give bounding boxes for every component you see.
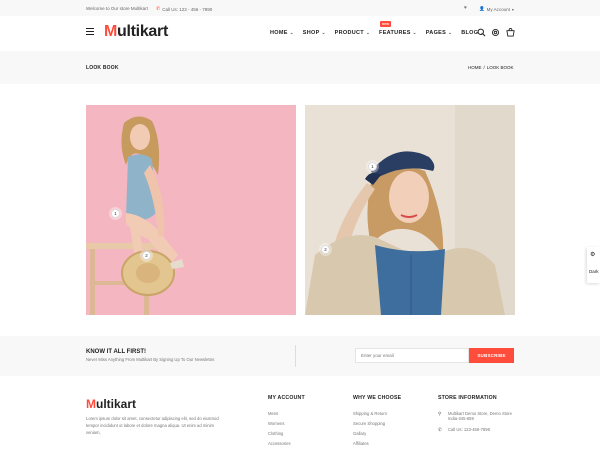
chevron-down-icon: ⌄ — [412, 30, 417, 35]
footer-link-affiliates[interactable]: Affiliates — [353, 441, 401, 450]
wishlist-heart-icon[interactable]: ♥ — [464, 5, 467, 11]
breadcrumb-separator: / — [483, 65, 485, 70]
breadcrumb: HOME / LOOK BOOK — [468, 65, 514, 70]
map-marker-icon: ⚲ — [438, 411, 442, 416]
chevron-down-icon: ⌄ — [321, 30, 326, 35]
nav-shop[interactable]: SHOP ⌄ — [303, 30, 326, 36]
hamburger-menu-icon[interactable] — [86, 28, 94, 36]
footer-link-secure-shopping[interactable]: Secure Shopping — [353, 421, 401, 431]
footer-heading: WHY WE CHOOSE — [353, 395, 402, 401]
footer-why-we-choose: WHY WE CHOOSE Shipping & Return Secure S… — [353, 395, 401, 450]
main-nav: HOME ⌄ SHOP ⌄ PRODUCT ⌄ new FEATURES ⌄ PAGES… — [270, 21, 484, 36]
page-title: LOOK BOOK — [86, 65, 119, 71]
lookbook-hotspot-2[interactable]: 2 — [142, 251, 151, 260]
chevron-down-icon: ▾ — [511, 6, 514, 12]
footer-link-shipping[interactable]: Shipping & Return — [353, 411, 401, 421]
footer: Multikart Lorem ipsum dolor sit amet, co… — [0, 376, 600, 450]
footer-heading: STORE INFORMATION — [438, 395, 497, 401]
footer-link-mens[interactable]: Mens — [268, 411, 305, 421]
lookbook-image-1: 1 2 — [86, 105, 296, 315]
lookbook-hotspot-1[interactable]: 1 — [368, 162, 377, 171]
phone-icon: ✆ — [156, 6, 161, 12]
store-phone: ✆ Call Us: 123-456-7898 — [438, 427, 490, 432]
top-bar: Welcome to Our store Multikart ✆ Call Us… — [0, 0, 600, 16]
chevron-down-icon: ⌄ — [365, 30, 371, 35]
footer-link-gallary[interactable]: Gallary — [353, 431, 401, 441]
my-account-dropdown[interactable]: 👤 My Account ▾ — [479, 6, 514, 12]
lookbook-hotspot-1[interactable]: 1 — [111, 209, 120, 218]
chevron-down-icon: ⌄ — [289, 30, 294, 35]
call-us: ✆ Call Us: 123 - 456 - 7890 — [156, 6, 212, 12]
footer-my-account: MY ACCOUNT Mens Womens Clothing Accessor… — [268, 395, 305, 450]
call-us-text: Call Us: 123 - 456 - 7890 — [162, 6, 213, 12]
theme-settings-tab[interactable]: ⚙ Dark — [587, 247, 600, 283]
footer-heading: MY ACCOUNT — [268, 395, 305, 401]
nav-pages[interactable]: PAGES ⌄ — [426, 30, 452, 36]
search-icon[interactable] — [477, 28, 486, 37]
gear-icon[interactable]: ⚙ — [590, 251, 595, 258]
nav-features[interactable]: new FEATURES ⌄ — [379, 21, 417, 36]
new-badge: new — [380, 21, 392, 27]
footer-store-information: STORE INFORMATION ⚲ Multikart Demo Store… — [438, 395, 512, 439]
footer-link-accessories[interactable]: Accessories — [268, 441, 305, 450]
footer-logo[interactable]: Multikart — [86, 397, 136, 411]
welcome-text: Welcome to Our store Multikart — [86, 6, 148, 11]
subscribe-button[interactable]: SUBSCRIBE — [469, 348, 514, 363]
lookbook-image-2: 1 2 — [305, 105, 515, 315]
newsletter-section: KNOW IT ALL FIRST! Never Miss Anything F… — [0, 336, 600, 376]
breadcrumb-section: LOOK BOOK HOME / LOOK BOOK — [0, 51, 600, 84]
footer-about-text: Lorem ipsum dolor sit amet, consectetur … — [86, 416, 219, 436]
footer-link-clothing[interactable]: Clothing — [268, 431, 305, 441]
phone-icon: ✆ — [438, 427, 442, 432]
nav-product[interactable]: PRODUCT ⌄ — [335, 30, 370, 36]
breadcrumb-home-link[interactable]: HOME — [468, 65, 482, 70]
footer-link-womens[interactable]: Womens — [268, 421, 305, 431]
email-field[interactable] — [355, 348, 469, 363]
gear-icon[interactable] — [491, 28, 500, 37]
cart-icon[interactable] — [506, 28, 515, 37]
lookbook-hotspot-2[interactable]: 2 — [321, 245, 330, 254]
user-icon: 👤 — [479, 6, 485, 11]
logo[interactable]: Multikart — [104, 23, 168, 41]
breadcrumb-current: LOOK BOOK — [486, 65, 514, 70]
my-account-label: My Account — [486, 6, 510, 12]
nav-home[interactable]: HOME ⌄ — [270, 30, 294, 36]
store-address: ⚲ Multikart Demo Store, Demo Store India… — [438, 411, 512, 421]
model-with-cap-photo — [305, 105, 515, 315]
divider — [295, 345, 296, 367]
chevron-down-icon: ⌄ — [448, 30, 453, 35]
main-header: Multikart HOME ⌄ SHOP ⌄ PRODUCT ⌄ new FEATU… — [0, 16, 600, 51]
dark-mode-toggle[interactable]: Dark — [589, 269, 599, 274]
newsletter-heading: KNOW IT ALL FIRST! — [86, 349, 146, 355]
newsletter-subtext: Never Miss Anything From Multikart By Si… — [86, 357, 216, 362]
